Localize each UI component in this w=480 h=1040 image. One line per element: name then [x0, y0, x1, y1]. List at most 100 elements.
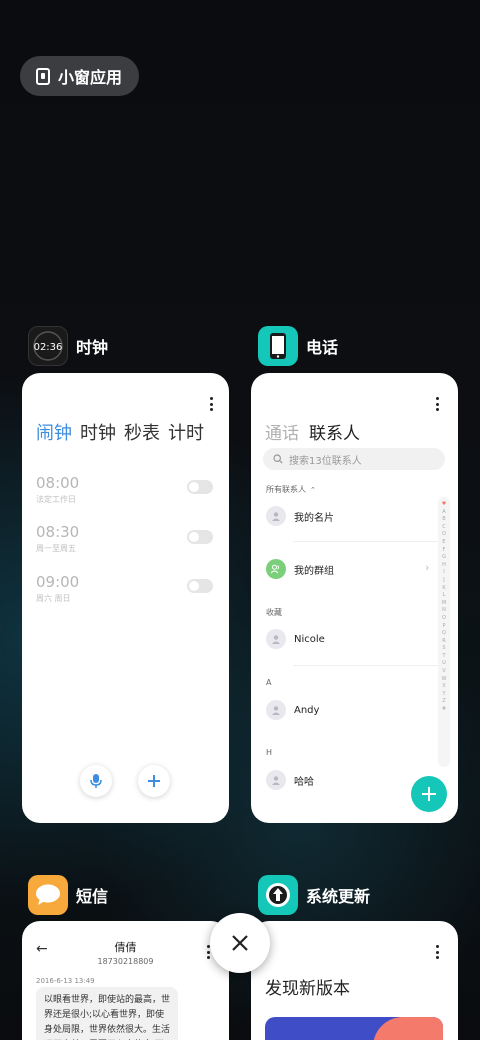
alarm-toggle[interactable] — [187, 530, 213, 544]
phone-tabs: 通话 联系人 — [265, 419, 360, 444]
divider — [293, 665, 443, 666]
phone-more-menu-icon[interactable] — [435, 397, 439, 411]
alphabet-index-letter[interactable]: Y — [442, 691, 445, 699]
alphabet-index-letter[interactable]: T — [442, 653, 445, 661]
contact-search-input[interactable]: 搜索13位联系人 — [263, 448, 445, 470]
plus-icon — [148, 775, 160, 787]
alphabet-index-letter[interactable]: P — [442, 623, 445, 631]
favorites-header: 收藏 — [266, 608, 282, 617]
section-header-h: H — [266, 748, 273, 757]
alarm-toggle[interactable] — [187, 579, 213, 593]
alphabet-index-letter[interactable]: A — [442, 509, 445, 517]
plus-icon — [422, 787, 436, 801]
sms-contact-number: 18730218809 — [97, 957, 154, 966]
alphabet-index-letter[interactable]: S — [442, 645, 445, 653]
person-icon — [266, 700, 286, 720]
group-icon — [266, 559, 286, 579]
chevron-updown-icon: ⌃ — [310, 485, 316, 494]
close-all-button[interactable] — [210, 913, 270, 973]
updater-app-header[interactable]: 系统更新 — [258, 875, 370, 915]
alphabet-index-letter[interactable]: D — [442, 531, 446, 539]
clock-more-menu-icon[interactable] — [209, 397, 213, 411]
alphabet-index-letter[interactable]: C — [442, 524, 446, 532]
tab-contacts[interactable]: 联系人 — [309, 419, 360, 444]
alphabet-index-letter[interactable]: F — [443, 547, 446, 555]
my-groups-item[interactable]: 我的群组 — [266, 559, 334, 579]
alphabet-index-letter[interactable]: X — [442, 683, 445, 691]
alphabet-index[interactable]: ♥ A B C D E F G H I J K L M N O P Q R S T U V W X Y Z # — [438, 497, 450, 767]
contact-name: Andy — [294, 704, 320, 716]
contact-filter-label: 所有联系人 — [266, 485, 306, 494]
tab-calls[interactable]: 通话 — [265, 419, 299, 444]
floating-window-label: 小窗应用 — [58, 68, 123, 87]
search-icon — [273, 454, 283, 464]
phone-app-header[interactable]: 电话 — [258, 326, 338, 366]
contact-item[interactable]: Andy — [266, 700, 319, 720]
alphabet-index-letter[interactable]: I — [443, 569, 444, 577]
updater-app-title: 系统更新 — [306, 887, 371, 906]
alphabet-index-letter[interactable]: R — [442, 638, 445, 646]
contact-item[interactable]: Nicole — [266, 629, 325, 649]
tab-clock[interactable]: 时钟 — [80, 419, 116, 445]
message-icon — [28, 875, 68, 915]
updater-app-card[interactable]: 发现新版本 — [251, 921, 458, 1040]
alphabet-index-letter[interactable]: J — [443, 577, 444, 585]
floating-window-button[interactable]: 小窗应用 — [20, 56, 139, 96]
clock-app-title: 时钟 — [76, 338, 109, 357]
contact-name: Nicole — [294, 633, 325, 645]
phone-icon — [258, 326, 298, 366]
alphabet-index-letter[interactable]: N — [442, 607, 446, 615]
chevron-right-icon: › — [425, 561, 430, 574]
alphabet-index-letter[interactable]: U — [442, 660, 446, 668]
add-contact-button[interactable] — [411, 776, 447, 812]
floating-window-icon — [36, 67, 50, 85]
alphabet-index-letter[interactable]: H — [442, 562, 446, 570]
alphabet-index-letter[interactable]: W — [442, 676, 447, 684]
alphabet-index-letter[interactable]: M — [442, 600, 446, 608]
phone-app-card[interactable]: 通话 联系人 搜索13位联系人 所有联系人 ⌃ 我的名片 我的群组 › 收藏 N… — [251, 373, 458, 823]
clock-app-header[interactable]: 02:36 时钟 — [28, 326, 108, 366]
clock-tabs: 闹钟 时钟 秒表 计时 — [36, 419, 204, 445]
updater-more-menu-icon[interactable] — [435, 945, 439, 959]
my-card-item[interactable]: 我的名片 — [266, 506, 334, 526]
clock-app-card[interactable]: 闹钟 时钟 秒表 计时 08:00 法定工作日 08:30 周一至周五 09:0… — [22, 373, 229, 823]
person-icon — [266, 770, 286, 790]
tab-alarm[interactable]: 闹钟 — [36, 419, 72, 445]
clock-icon-time: 02:36 — [34, 342, 63, 353]
alphabet-index-letter[interactable]: Z — [442, 698, 445, 706]
alphabet-index-letter[interactable]: # — [442, 706, 446, 714]
update-icon — [258, 875, 298, 915]
sms-app-card[interactable]: ← 倩倩 18730218809 2016-6-13 13:49 以眼看世界，即… — [22, 921, 229, 1040]
clock-icon: 02:36 — [28, 326, 68, 366]
add-alarm-button[interactable] — [138, 765, 170, 797]
alphabet-index-letter[interactable]: V — [442, 668, 445, 676]
search-placeholder: 搜索13位联系人 — [289, 455, 362, 467]
voice-alarm-button[interactable] — [80, 765, 112, 797]
microphone-icon — [90, 774, 102, 788]
alphabet-index-letter[interactable]: O — [442, 615, 446, 623]
alarm-repeat: 法定工作日 — [36, 495, 76, 504]
alphabet-index-letter[interactable]: B — [442, 516, 445, 524]
tab-timer[interactable]: 计时 — [168, 419, 204, 445]
sms-contact-name: 倩倩 — [114, 941, 137, 954]
tab-stopwatch[interactable]: 秒表 — [124, 419, 160, 445]
section-header-a: A — [266, 678, 272, 687]
divider — [293, 541, 443, 542]
alarm-repeat: 周一至周五 — [36, 544, 76, 553]
alarm-toggle[interactable] — [187, 480, 213, 494]
sms-app-title: 短信 — [76, 887, 109, 906]
alphabet-index-letter[interactable]: K — [442, 585, 445, 593]
contact-filter[interactable]: 所有联系人 ⌃ — [266, 484, 316, 495]
alphabet-index-letter[interactable]: L — [443, 592, 446, 600]
person-icon — [266, 506, 286, 526]
sms-app-header[interactable]: 短信 — [28, 875, 108, 915]
sms-message-bubble[interactable]: 以眼看世界，即使站的最高，世界还是很小;以心看世界，即使身处局限，世界依然很大。… — [36, 987, 178, 1040]
alphabet-index-letter[interactable]: Q — [442, 630, 446, 638]
contact-name: 哈哈 — [294, 776, 314, 788]
my-groups-label: 我的群组 — [294, 565, 334, 577]
my-card-label: 我的名片 — [294, 512, 334, 524]
contact-item[interactable]: 哈哈 — [266, 770, 314, 790]
alphabet-index-letter[interactable]: ♥ — [442, 501, 446, 509]
alphabet-index-letter[interactable]: G — [442, 554, 446, 562]
alphabet-index-letter[interactable]: E — [442, 539, 445, 547]
